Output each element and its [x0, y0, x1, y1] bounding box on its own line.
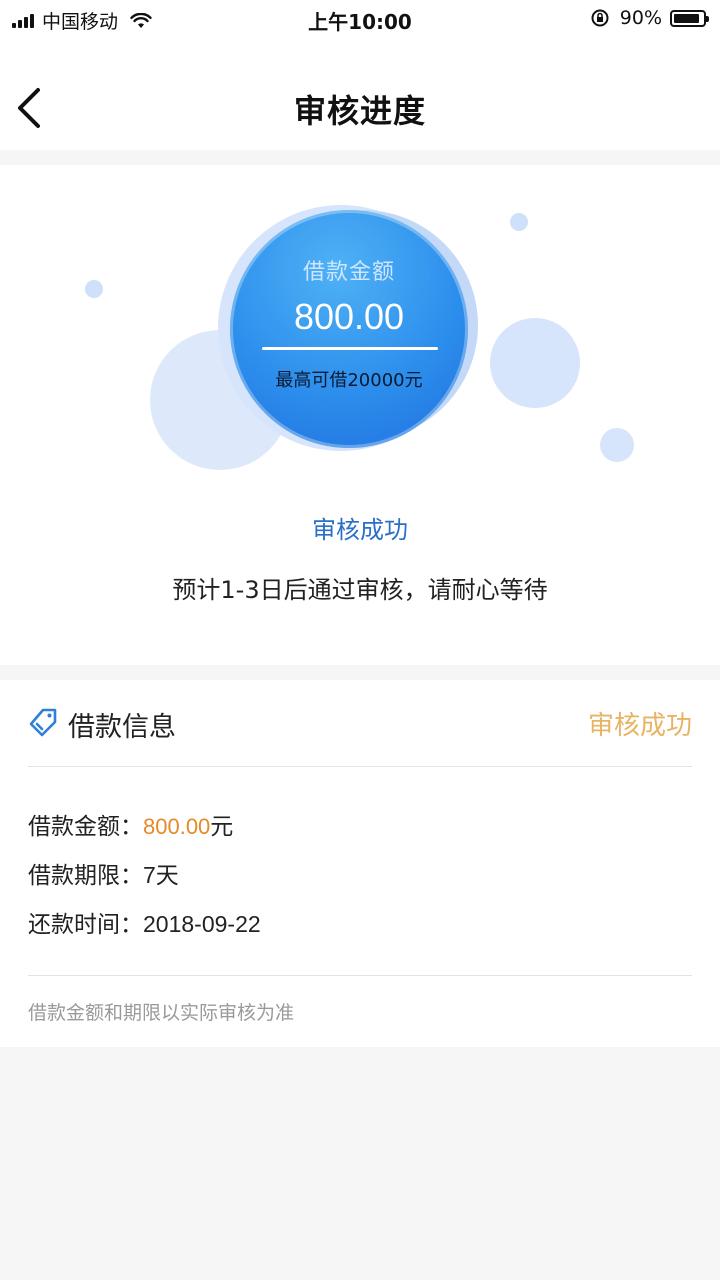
max-amount-text: 最高可借20000元: [275, 370, 423, 391]
decor-bubble: [510, 213, 528, 231]
status-right: 90%: [590, 7, 709, 29]
review-status-text: 审核成功: [312, 516, 408, 544]
loan-amount-unit: 元: [210, 814, 234, 840]
amount-value: 800.00: [293, 296, 405, 337]
repay-date-value: 2018-09-22: [143, 911, 261, 937]
loan-info-card: 借款信息 审核成功 借款金额：800.00元 借款期限：7天 还款时间：2018…: [0, 680, 720, 1047]
disclaimer-note: 借款金额和期限以实际审核为准: [28, 1002, 295, 1024]
nav-bar: 审核进度: [0, 36, 720, 150]
amount-circle: 借款金额 800.00 最高可借20000元: [230, 210, 468, 448]
amount-underline: [262, 347, 438, 350]
info-row-term: 借款期限：7天: [28, 856, 179, 890]
battery-percent: 90%: [619, 7, 662, 29]
loan-status-badge: 审核成功: [587, 711, 692, 741]
loan-term-value: 7天: [143, 862, 179, 888]
loan-info-title: 借款信息: [68, 712, 176, 743]
decor-bubble: [85, 280, 103, 298]
review-hint-text: 预计1-3日后通过审核，请耐心等待: [172, 576, 548, 604]
info-row-label: 借款金额：: [28, 814, 143, 840]
decor-bubble: [600, 428, 634, 462]
amount-label: 借款金额: [302, 260, 395, 285]
rotation-lock-icon: [591, 9, 609, 27]
info-row-amount: 借款金额：800.00元: [28, 807, 233, 841]
divider: [28, 975, 692, 976]
battery-fill: [674, 13, 699, 23]
info-row-repay-date: 还款时间：2018-09-22: [28, 905, 261, 939]
info-row-label: 借款期限：: [28, 863, 143, 889]
battery-icon: [670, 9, 709, 27]
page-title: 审核进度: [293, 92, 426, 130]
tag-icon: [29, 708, 57, 737]
loan-info-header: 借款信息 审核成功: [28, 680, 692, 767]
loan-amount-value: 800.00: [143, 814, 211, 839]
progress-hero: 借款金额 800.00 最高可借20000元 审核成功 预计1-3日后通过审核，…: [0, 165, 720, 665]
info-row-label: 还款时间：: [28, 912, 143, 938]
decor-bubble: [490, 318, 580, 408]
status-bar: 中国移动 上午10:00 90%: [0, 0, 720, 36]
